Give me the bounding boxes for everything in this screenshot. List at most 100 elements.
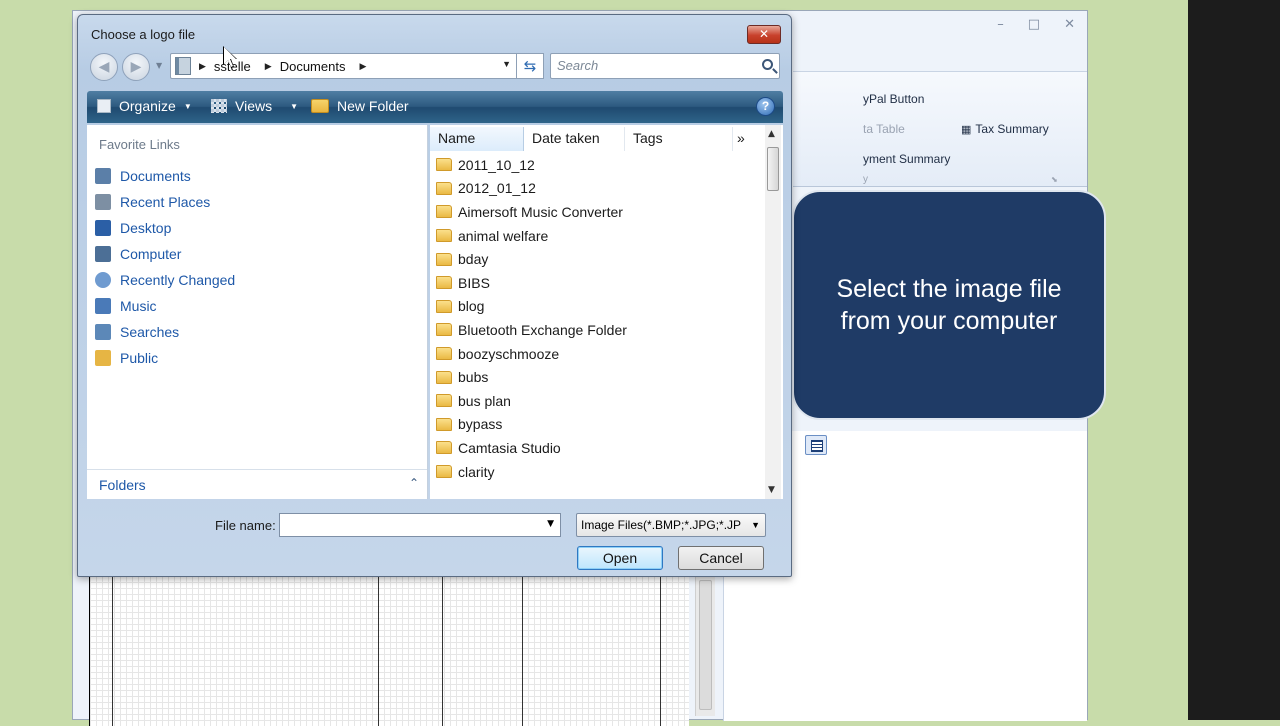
column-headers: Name Date taken Tags »: [430, 125, 763, 151]
column-header-date-taken[interactable]: Date taken: [524, 127, 625, 151]
open-button[interactable]: Open: [577, 546, 663, 570]
address-dropdown-icon[interactable]: ▼: [502, 59, 511, 69]
column-header-name[interactable]: Name: [430, 125, 524, 151]
refresh-icon[interactable]: ⇆: [516, 53, 544, 79]
dialog-footer: File name: ▼ Image Files(*.BMP;*.JPG;*.J…: [87, 499, 783, 570]
file-name: 2011_10_12: [458, 156, 535, 173]
file-list-item[interactable]: bday: [436, 247, 627, 271]
favorite-link-searches[interactable]: Searches: [95, 319, 235, 345]
favorite-link-public[interactable]: Public: [95, 345, 235, 371]
scrollbar-thumb[interactable]: [699, 580, 712, 710]
breadcrumb-separator-icon[interactable]: ▶: [199, 61, 206, 72]
file-type-select[interactable]: Image Files(*.BMP;*.JPG;*.JP ▼: [576, 513, 766, 537]
design-canvas[interactable]: [89, 576, 689, 726]
organize-label: Organize: [119, 98, 176, 114]
more-columns-button[interactable]: »: [733, 127, 753, 151]
canvas-column-line: [112, 576, 113, 726]
favorite-link-computer[interactable]: Computer: [95, 241, 235, 267]
new-folder-icon: [311, 99, 329, 113]
navigation-pane: Favorite Links Documents Recent Places D…: [87, 125, 428, 499]
navigation-bar: ◀ ▶ ▼ ▶ sstelle ▶ Documents ▶ ▼ ⇆ Search: [88, 51, 783, 81]
column-header-tags[interactable]: Tags: [625, 127, 733, 151]
maximize-button[interactable]: □: [1028, 17, 1040, 32]
file-list-item[interactable]: Aimersoft Music Converter: [436, 200, 627, 224]
help-icon[interactable]: ?: [756, 97, 775, 116]
recently-changed-icon: [95, 272, 111, 288]
chevron-up-icon[interactable]: ⌃: [409, 476, 419, 490]
views-icon: [211, 99, 227, 113]
public-folder-icon: [95, 350, 111, 366]
recent-pages-dropdown-icon[interactable]: ▼: [156, 61, 162, 70]
file-name: blog: [458, 298, 485, 315]
favorite-links-heading: Favorite Links: [99, 137, 180, 152]
minimize-button[interactable]: –: [997, 17, 1004, 32]
favorite-link-label: Public: [120, 350, 159, 366]
file-list-scrollbar[interactable]: ▲ ▼: [765, 125, 781, 499]
file-list-item[interactable]: bypass: [436, 413, 627, 437]
scroll-up-icon[interactable]: ▲: [768, 129, 775, 139]
file-list-item[interactable]: Camtasia Studio: [436, 436, 627, 460]
views-menu[interactable]: Views ▼: [211, 98, 298, 114]
file-name: bus plan: [458, 392, 511, 409]
file-list-item[interactable]: 2011_10_12: [436, 153, 627, 177]
file-list-item[interactable]: clarity: [436, 460, 627, 484]
breadcrumb-documents[interactable]: Documents: [280, 59, 346, 74]
folder-icon: [436, 417, 452, 431]
file-list-item[interactable]: animal welfare: [436, 224, 627, 248]
file-list-item[interactable]: blog: [436, 295, 627, 319]
documents-icon: [95, 168, 111, 184]
new-folder-button[interactable]: New Folder: [311, 98, 409, 114]
folder-icon: [436, 370, 452, 384]
folder-icon: [436, 229, 452, 243]
dialog-launcher-icon[interactable]: ⬊: [1051, 175, 1058, 184]
breadcrumb-separator-icon[interactable]: ▶: [359, 61, 366, 72]
file-list-item[interactable]: Bluetooth Exchange Folder: [436, 318, 627, 342]
tax-summary-command[interactable]: ▦ Tax Summary: [961, 122, 1049, 136]
favorite-link-recent-places[interactable]: Recent Places: [95, 189, 235, 215]
organize-menu[interactable]: Organize ▼: [97, 98, 192, 114]
file-list-item[interactable]: boozyschmooze: [436, 342, 627, 366]
favorite-link-music[interactable]: Music: [95, 293, 235, 319]
payment-summary-command[interactable]: yment Summary: [863, 152, 950, 166]
file-type-value: Image Files(*.BMP;*.JPG;*.JP: [581, 518, 742, 532]
scroll-down-icon[interactable]: ▼: [768, 485, 775, 495]
forward-arrow-icon[interactable]: ▶: [122, 53, 150, 81]
back-arrow-icon[interactable]: ◀: [90, 53, 118, 81]
folder-icon: [436, 158, 452, 172]
dialog-close-button[interactable]: ✕: [747, 25, 781, 44]
chevron-down-icon[interactable]: ▼: [547, 519, 554, 529]
favorite-link-desktop[interactable]: Desktop: [95, 215, 235, 241]
favorite-links-list: Documents Recent Places Desktop Computer…: [95, 163, 235, 371]
file-list-pane: Name Date taken Tags » 2011_10_12 2012_0…: [430, 125, 783, 499]
new-folder-label: New Folder: [337, 98, 409, 114]
tutorial-callout: Select the image file from your computer: [792, 190, 1106, 420]
scrollbar-thumb[interactable]: [767, 147, 779, 191]
file-name: boozyschmooze: [458, 345, 560, 362]
paypal-button-command[interactable]: yPal Button: [863, 92, 924, 106]
search-icon[interactable]: [762, 59, 773, 70]
favorite-link-recently-changed[interactable]: Recently Changed: [95, 267, 235, 293]
data-table-command[interactable]: ta Table: [863, 122, 905, 136]
file-list-item[interactable]: 2012_01_12: [436, 177, 627, 201]
breadcrumb-separator-icon[interactable]: ▶: [265, 61, 272, 72]
file-list-item[interactable]: bus plan: [436, 389, 627, 413]
folder-icon: [436, 276, 452, 290]
favorite-link-label: Computer: [120, 246, 182, 262]
folders-toggle[interactable]: Folders ⌃: [87, 469, 427, 499]
cancel-button[interactable]: Cancel: [678, 546, 764, 570]
canvas-scrollbar[interactable]: [695, 576, 715, 716]
desktop-icon: [95, 220, 111, 236]
canvas-column-line: [522, 576, 523, 726]
file-list-item[interactable]: BIBS: [436, 271, 627, 295]
document-icon-button[interactable]: [805, 435, 827, 455]
canvas-column-line: [378, 576, 379, 726]
file-name-field[interactable]: ▼: [279, 513, 561, 537]
chevron-down-icon[interactable]: ▼: [751, 514, 760, 536]
favorite-link-documents[interactable]: Documents: [95, 163, 235, 189]
close-window-button[interactable]: ✕: [1064, 17, 1075, 32]
file-name: 2012_01_12: [458, 180, 536, 197]
favorite-link-label: Searches: [120, 324, 180, 340]
file-list-item[interactable]: bubs: [436, 365, 627, 389]
search-input[interactable]: Search: [550, 53, 780, 79]
file-name: bubs: [458, 369, 489, 386]
